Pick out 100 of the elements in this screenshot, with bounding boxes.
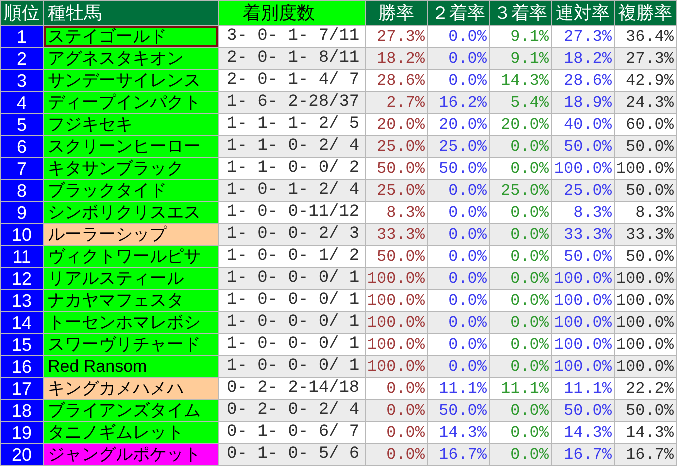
column-header: 複勝率 [615,1,676,25]
rank-cell: 20 [1,444,43,465]
column-header: 勝率 [366,1,427,25]
rate-cell: 14.3% [428,422,489,443]
rate-cell: 0.0% [490,158,551,179]
rate-cell: 25.0% [428,136,489,157]
rank-cell: 17 [1,378,43,399]
rate-cell: 50.0% [428,158,489,179]
rate-cell: 9.1% [490,48,551,69]
record-cell: 1- 0- 0- 0/ 1 [219,356,365,377]
rate-cell: 0.0% [428,224,489,245]
rate-cell: 100.0% [615,312,676,333]
rate-cell: 18.9% [552,92,614,113]
rate-cell: 36.4% [615,26,676,47]
sire-name-cell[interactable]: スクリーンヒーロー [44,136,218,157]
rate-cell: 0.0% [490,444,551,465]
rate-cell: 0.0% [366,444,427,465]
record-cell: 3- 0- 1- 7/11 [219,26,365,47]
column-header: 連対率 [552,1,614,25]
rate-cell: 40.0% [552,114,614,135]
rate-cell: 18.2% [366,48,427,69]
record-cell: 1- 1- 0- 2/ 4 [219,136,365,157]
rate-cell: 16.7% [552,444,614,465]
sire-name-cell[interactable]: ルーラーシップ [44,224,218,245]
record-cell: 1- 0- 0- 1/ 2 [219,246,365,267]
sire-name-cell[interactable]: フジキセキ [44,114,218,135]
rate-cell: 0.0% [490,136,551,157]
rate-cell: 100.0% [366,290,427,311]
rate-cell: 50.0% [615,180,676,201]
rate-cell: 14.3% [552,422,614,443]
rate-cell: 0.0% [490,246,551,267]
rate-cell: 0.0% [428,312,489,333]
rate-cell: 0.0% [490,290,551,311]
rate-cell: 50.0% [552,136,614,157]
sire-name-cell[interactable]: アグネスタキオン [44,48,218,69]
sire-name-cell[interactable]: ヴィクトワールピサ [44,246,218,267]
record-cell: 1- 0- 0- 0/ 1 [219,290,365,311]
sire-name-cell[interactable]: トーセンホマレボシ [44,312,218,333]
rate-cell: 0.0% [428,290,489,311]
sire-name-cell[interactable]: ナカヤマフェスタ [44,290,218,311]
record-cell: 1- 0- 0- 2/ 3 [219,224,365,245]
sire-name-cell[interactable]: Red Ransom [44,356,218,377]
rank-cell: 19 [1,422,43,443]
sire-name-cell[interactable]: リアルスティール [44,268,218,289]
rate-cell: 100.0% [552,268,614,289]
rate-cell: 5.4% [490,92,551,113]
rate-cell: 0.0% [490,422,551,443]
rate-cell: 8.3% [615,202,676,223]
record-cell: 1- 1- 1- 2/ 5 [219,114,365,135]
rate-cell: 11.1% [490,378,551,399]
column-header: 種牡馬 [44,1,218,25]
sire-name-cell[interactable]: スワーヴリチャード [44,334,218,355]
rate-cell: 0.0% [490,334,551,355]
rate-cell: 0.0% [490,268,551,289]
rate-cell: 25.0% [366,136,427,157]
record-cell: 2- 0- 1- 4/ 7 [219,70,365,91]
rank-cell: 7 [1,158,43,179]
rate-cell: 0.0% [428,268,489,289]
rank-cell: 2 [1,48,43,69]
rate-cell: 24.3% [615,92,676,113]
record-cell: 0- 1- 0- 5/ 6 [219,444,365,465]
rate-cell: 100.0% [552,334,614,355]
rate-cell: 20.0% [490,114,551,135]
rate-cell: 27.3% [552,26,614,47]
sire-name-cell[interactable]: ジャングルポケット [44,444,218,465]
rate-cell: 0.0% [490,400,551,421]
record-cell: 1- 1- 0- 0/ 2 [219,158,365,179]
sire-name-cell[interactable]: タニノギムレット [44,422,218,443]
rate-cell: 14.3% [615,422,676,443]
rank-cell: 15 [1,334,43,355]
sire-name-cell[interactable]: キングカメハメハ [44,378,218,399]
rank-cell: 5 [1,114,43,135]
rate-cell: 100.0% [615,158,676,179]
rate-cell: 0.0% [428,180,489,201]
sire-name-cell[interactable]: シンボリクリスエス [44,202,218,223]
rate-cell: 28.6% [552,70,614,91]
rate-cell: 8.3% [366,202,427,223]
rate-cell: 14.3% [490,70,551,91]
rate-cell: 100.0% [366,334,427,355]
rate-cell: 9.1% [490,26,551,47]
sire-name-cell[interactable]: ステイゴールド [44,26,218,47]
rate-cell: 50.0% [552,400,614,421]
sire-name-cell[interactable]: サンデーサイレンス [44,70,218,91]
rank-cell: 12 [1,268,43,289]
sire-name-cell[interactable]: ブライアンズタイム [44,400,218,421]
rank-cell: 11 [1,246,43,267]
rate-cell: 0.0% [366,378,427,399]
rate-cell: 0.0% [428,48,489,69]
rate-cell: 28.6% [366,70,427,91]
record-cell: 0- 1- 0- 6/ 7 [219,422,365,443]
sire-name-cell[interactable]: ディープインパクト [44,92,218,113]
sire-name-cell[interactable]: キタサンブラック [44,158,218,179]
sire-name-cell[interactable]: ブラックタイド [44,180,218,201]
rate-cell: 100.0% [552,290,614,311]
rate-cell: 0.0% [428,26,489,47]
rate-cell: 22.2% [615,378,676,399]
rate-cell: 100.0% [615,356,676,377]
rate-cell: 25.0% [552,180,614,201]
rate-cell: 50.0% [615,136,676,157]
column-header: 着別度数 [219,1,365,25]
